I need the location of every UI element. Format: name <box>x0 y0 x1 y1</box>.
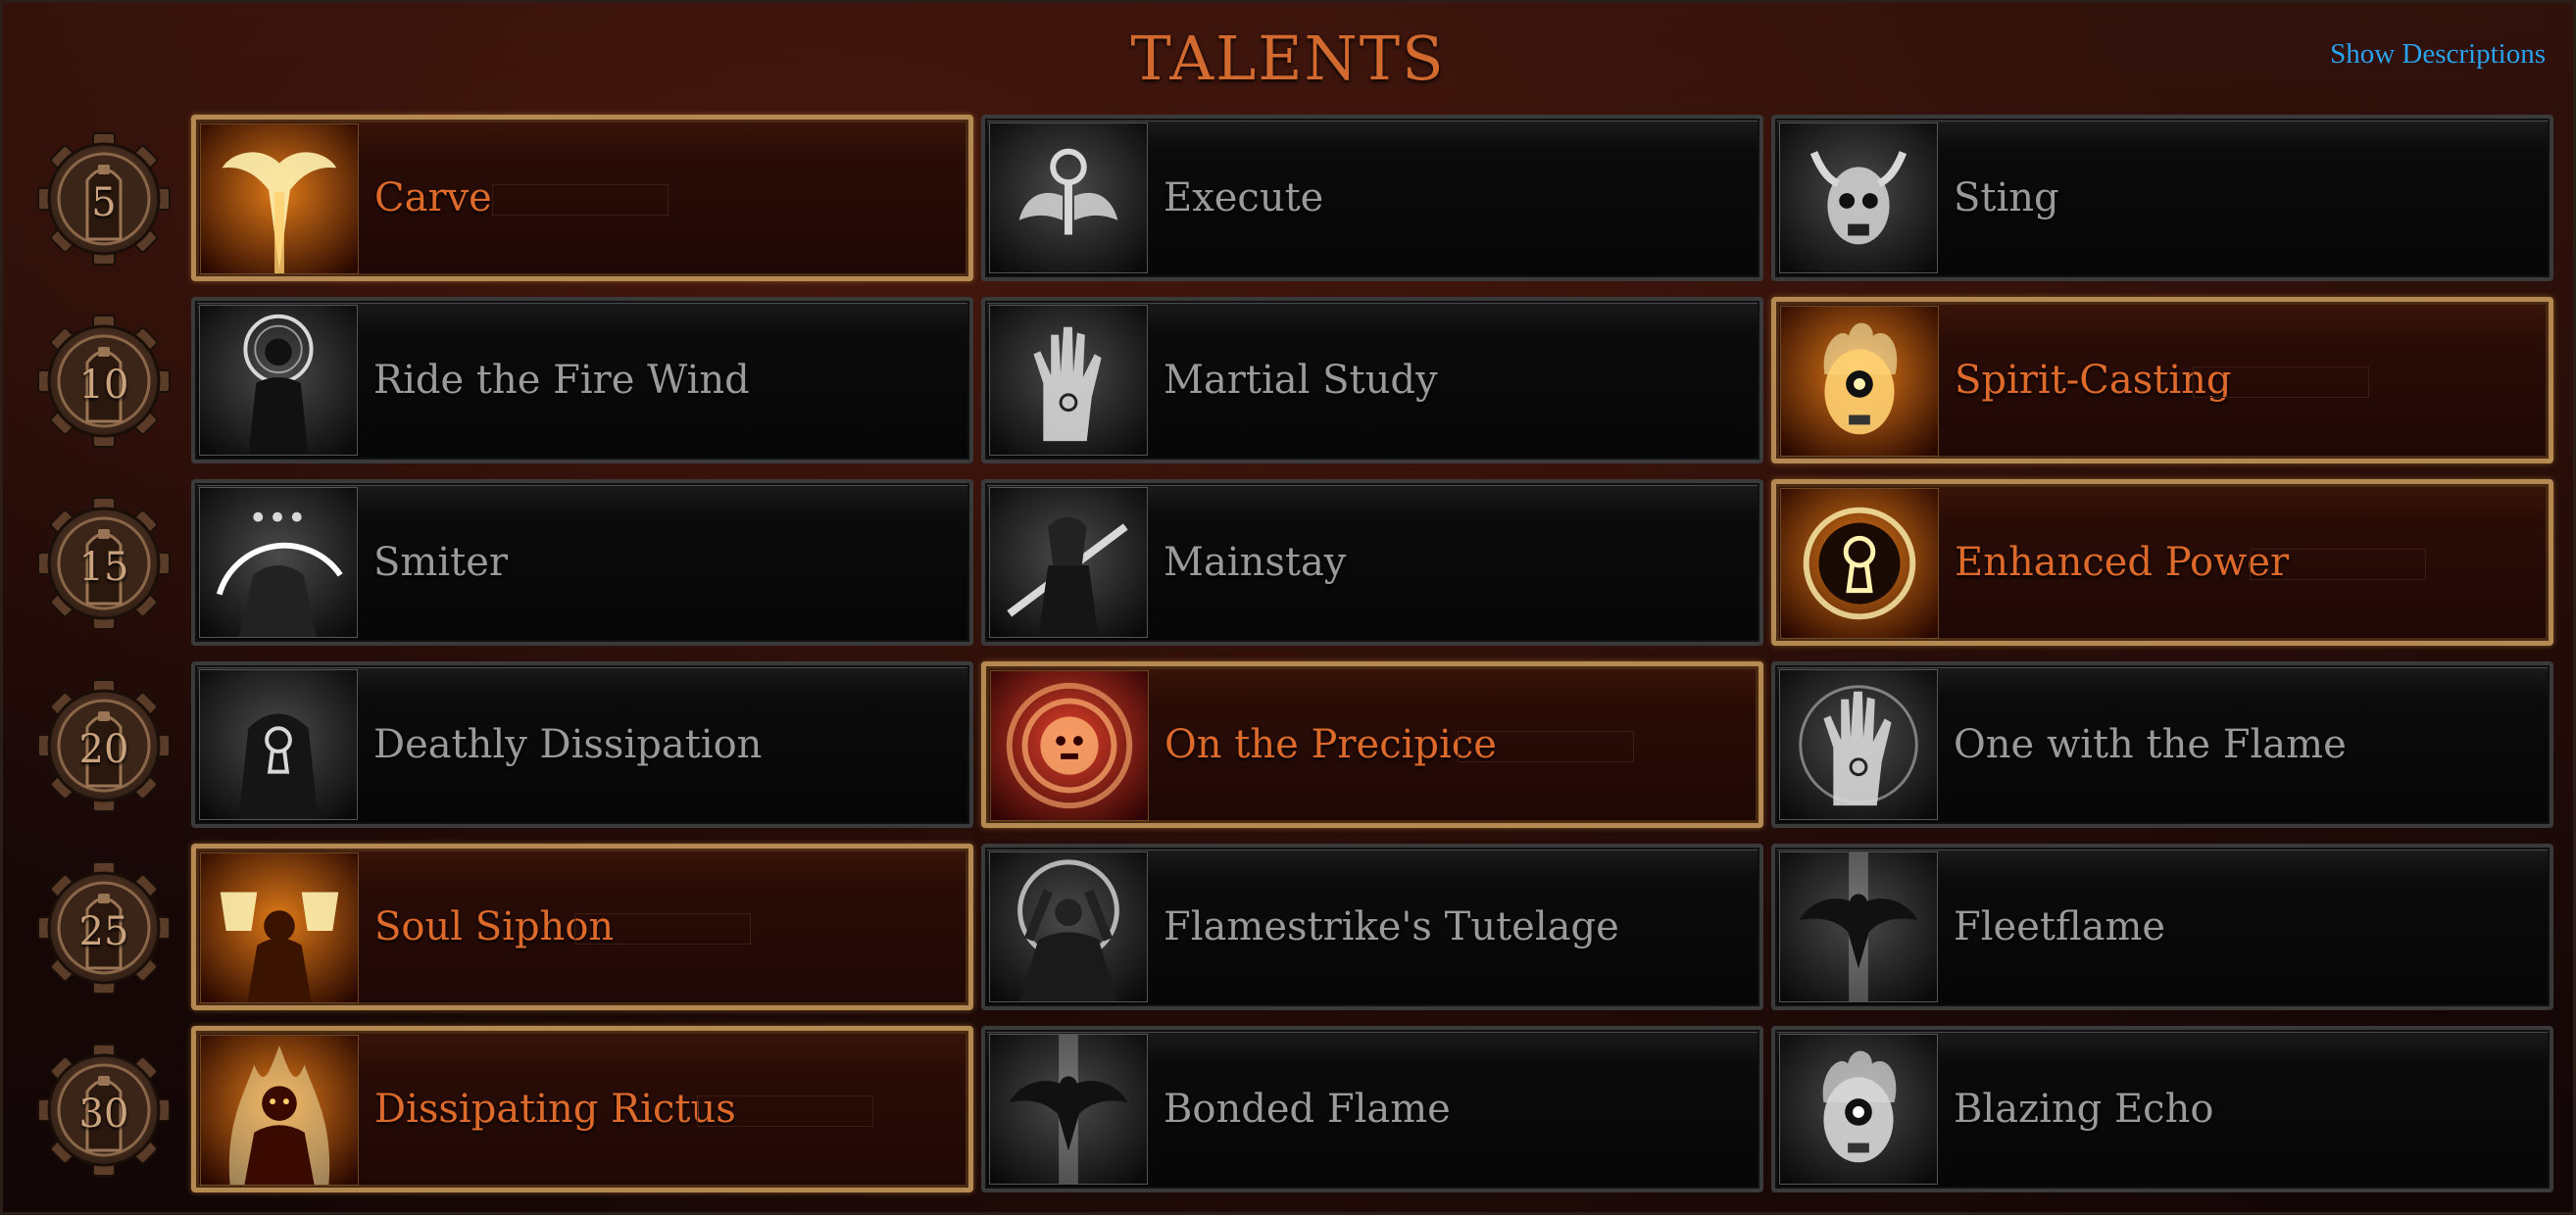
level-badge: 20 <box>34 676 173 815</box>
talent-name: Execute <box>1164 175 1324 220</box>
winged-ankh-icon <box>989 122 1148 273</box>
talent-name: Sting <box>1954 175 2059 220</box>
talent-option[interactable]: Mainstay <box>981 479 1763 646</box>
talent-name: Enhanced Power <box>1955 540 2290 585</box>
level-badge: 5 <box>34 129 173 268</box>
talent-option[interactable]: Blazing Echo <box>1771 1026 2553 1192</box>
chalice-figure-icon <box>200 852 359 1003</box>
selection-frame <box>1458 731 1634 762</box>
talent-option[interactable]: Smiter <box>191 479 973 646</box>
talent-name: Carve <box>374 175 492 220</box>
show-descriptions-link[interactable]: Show Descriptions <box>2330 38 2546 71</box>
flaming-skull-icon <box>1779 1034 1938 1185</box>
talent-option[interactable]: Spirit-Casting <box>1771 297 2553 463</box>
talent-option[interactable]: On the Precipice <box>981 661 1763 828</box>
selection-frame <box>697 1095 873 1127</box>
selection-frame <box>2250 549 2426 580</box>
level-badge: 30 <box>34 1041 173 1180</box>
talent-name: Spirit-Casting <box>1955 358 2232 403</box>
talent-name: Mainstay <box>1164 540 1347 585</box>
keyhole-figure-icon <box>199 669 358 820</box>
level-badge: 10 <box>34 312 173 451</box>
page-title: TALENTS <box>1130 23 1446 94</box>
talent-option[interactable]: One with the Flame <box>1771 661 2553 828</box>
talent-name: Deathly Dissipation <box>373 722 763 767</box>
talent-option[interactable]: Soul Siphon <box>191 844 973 1010</box>
talent-name: Ride the Fire Wind <box>373 358 750 403</box>
talent-option[interactable]: Enhanced Power <box>1771 479 2553 646</box>
open-hand-icon <box>989 305 1148 456</box>
selection-frame <box>574 913 751 945</box>
talent-name: One with the Flame <box>1954 722 2347 767</box>
keyhole-sun-icon <box>1780 488 1939 639</box>
talent-name: Flamestrike's Tutelage <box>1164 904 1619 949</box>
horned-skull-icon <box>1779 122 1938 273</box>
swirl-hand-icon <box>1779 669 1938 820</box>
talent-option[interactable]: Flamestrike's Tutelage <box>981 844 1763 1010</box>
talent-option[interactable]: Dissipating Rictus <box>191 1026 973 1192</box>
dove-icon <box>1779 851 1938 1002</box>
talent-option[interactable]: Martial Study <box>981 297 1763 463</box>
talent-option[interactable]: Fleetflame <box>1771 844 2553 1010</box>
talent-option[interactable]: Ride the Fire Wind <box>191 297 973 463</box>
burning-figure-icon <box>200 1035 359 1186</box>
talents-screen: TALENTS Show Descriptions 5 Carve Execut… <box>0 0 2576 1215</box>
talent-name: Bonded Flame <box>1164 1087 1451 1132</box>
talent-name: On the Precipice <box>1164 722 1497 767</box>
selection-frame <box>2193 366 2369 398</box>
halo-figure-icon <box>199 305 358 456</box>
talent-option[interactable]: Execute <box>981 115 1763 281</box>
level-badge: 25 <box>34 858 173 997</box>
sword-figure-icon <box>989 487 1148 638</box>
level-number: 5 <box>91 180 117 225</box>
crescent-warrior-icon <box>199 487 358 638</box>
selection-frame <box>492 184 669 216</box>
talent-name: Blazing Echo <box>1954 1087 2214 1132</box>
level-badge: 15 <box>34 494 173 633</box>
talent-option[interactable]: Carve <box>191 115 973 281</box>
talent-option[interactable]: Sting <box>1771 115 2553 281</box>
flaming-skull-icon <box>1780 306 1939 457</box>
talent-option[interactable]: Deathly Dissipation <box>191 661 973 828</box>
talent-name: Martial Study <box>1164 358 1438 403</box>
spiral-face-icon <box>990 670 1149 821</box>
talent-name: Dissipating Rictus <box>374 1087 736 1132</box>
talent-option[interactable]: Bonded Flame <box>981 1026 1763 1192</box>
orb-figure-icon <box>989 851 1148 1002</box>
phoenix-icon <box>200 123 359 274</box>
level-number: 10 <box>78 363 129 408</box>
level-number: 15 <box>78 545 129 590</box>
talent-name: Smiter <box>373 540 508 585</box>
talent-name: Fleetflame <box>1954 904 2166 949</box>
level-number: 25 <box>78 909 129 954</box>
dove-icon <box>989 1034 1148 1185</box>
level-number: 30 <box>78 1092 129 1137</box>
level-number: 20 <box>78 727 129 772</box>
